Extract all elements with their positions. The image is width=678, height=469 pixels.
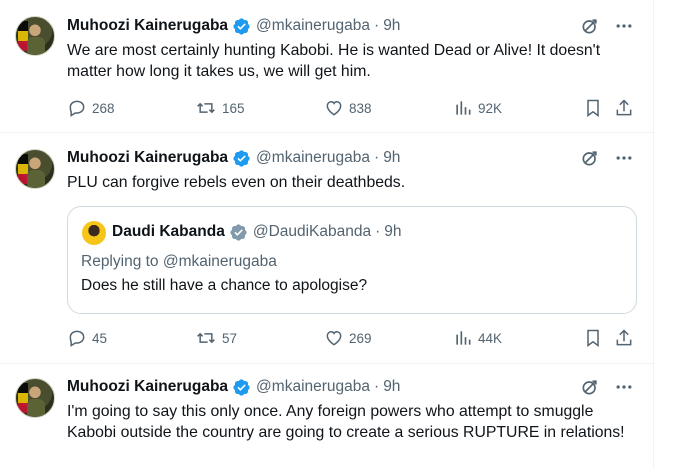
timestamp[interactable]: 9h [383, 17, 400, 35]
retweet-button[interactable]: 57 [195, 327, 237, 349]
reply-icon [69, 330, 85, 347]
reply-count: 268 [92, 100, 115, 116]
author-name[interactable]: Muhoozi Kainerugaba [67, 17, 228, 35]
heart-icon [326, 330, 342, 346]
separator-dot: · [374, 378, 380, 395]
tweet-actions: 268 165 838 92K [67, 97, 637, 119]
more-options-icon[interactable] [614, 16, 634, 36]
more-options-icon[interactable] [614, 377, 634, 397]
bookmark-button[interactable] [583, 327, 608, 349]
retweet-count: 57 [222, 330, 238, 346]
bookmark-icon [587, 329, 599, 347]
separator-dot: · [374, 149, 380, 166]
quoted-tweet[interactable]: Daudi Kabanda @DaudiKabanda · 9h Replyin… [67, 206, 637, 314]
grok-icon[interactable] [580, 16, 600, 36]
tweet-header: Muhoozi Kainerugaba @mkainerugaba · 9h [67, 376, 400, 398]
share-icon [616, 99, 632, 116]
tweet-top-actions [580, 16, 634, 36]
quoted-author-name[interactable]: Daudi Kabanda [112, 223, 225, 241]
quoted-header: Daudi Kabanda @DaudiKabanda · 9h [112, 220, 402, 244]
share-button[interactable] [614, 327, 639, 349]
avatar[interactable] [15, 149, 55, 189]
tweet-text: I'm going to say this only once. Any for… [67, 403, 625, 441]
tweet[interactable]: Muhoozi Kainerugaba @mkainerugaba · 9h W… [0, 0, 654, 133]
retweet-count: 165 [222, 100, 245, 116]
quoted-timestamp[interactable]: 9h [384, 223, 401, 241]
views-count: 92K [478, 100, 503, 116]
tweet-header: Muhoozi Kainerugaba @mkainerugaba · 9h [67, 147, 400, 169]
reply-count: 45 [92, 330, 108, 346]
retweet-icon [197, 102, 215, 114]
like-count: 838 [349, 100, 372, 116]
quoted-avatar[interactable] [82, 221, 106, 245]
avatar[interactable] [15, 16, 55, 56]
author-name[interactable]: Muhoozi Kainerugaba [67, 149, 228, 167]
analytics-icon [456, 101, 471, 115]
replying-to-label: Replying to @mkainerugaba [81, 253, 277, 270]
views-button[interactable]: 44K [453, 327, 502, 349]
reply-icon [69, 100, 85, 117]
tweet[interactable]: Muhoozi Kainerugaba @mkainerugaba · 9h I… [0, 364, 654, 469]
tweet-actions: 45 57 269 44K [67, 327, 637, 349]
like-button[interactable]: 269 [324, 327, 372, 349]
separator-dot: · [374, 17, 380, 34]
retweet-icon [197, 332, 215, 344]
reply-button[interactable]: 268 [67, 97, 115, 119]
like-count: 269 [349, 330, 372, 346]
avatar[interactable] [15, 378, 55, 418]
separator-dot: · [375, 223, 381, 240]
bookmark-icon [587, 99, 599, 117]
bookmark-button[interactable] [583, 97, 608, 119]
timestamp[interactable]: 9h [383, 378, 400, 396]
grok-icon[interactable] [580, 148, 600, 168]
share-button[interactable] [614, 97, 639, 119]
like-button[interactable]: 838 [324, 97, 372, 119]
share-icon [616, 329, 632, 346]
tweet-header: Muhoozi Kainerugaba @mkainerugaba · 9h [67, 15, 400, 37]
retweet-button[interactable]: 165 [195, 97, 245, 119]
author-handle[interactable]: @mkainerugaba [256, 149, 370, 167]
tweet-text: PLU can forgive rebels even on their dea… [67, 174, 406, 191]
quoted-author-handle[interactable]: @DaudiKabanda [253, 223, 371, 241]
heart-icon [326, 100, 342, 116]
author-handle[interactable]: @mkainerugaba [256, 17, 370, 35]
quoted-tweet-text: Does he still have a chance to apologise… [81, 277, 368, 294]
verified-badge-icon [233, 17, 250, 35]
tweet-top-actions [580, 377, 634, 397]
tweet-top-actions [580, 148, 634, 168]
tweet[interactable]: Muhoozi Kainerugaba @mkainerugaba · 9h P… [0, 133, 654, 364]
tweet-text: We are most certainly hunting Kabobi. He… [67, 42, 601, 80]
grok-icon[interactable] [580, 377, 600, 397]
author-name[interactable]: Muhoozi Kainerugaba [67, 378, 228, 396]
reply-button[interactable]: 45 [67, 327, 107, 349]
views-button[interactable]: 92K [453, 97, 502, 119]
more-options-icon[interactable] [614, 148, 634, 168]
analytics-icon [456, 331, 471, 345]
verified-badge-icon [230, 223, 247, 241]
author-handle[interactable]: @mkainerugaba [256, 378, 370, 396]
timestamp[interactable]: 9h [383, 149, 400, 167]
verified-badge-icon [233, 149, 250, 167]
verified-badge-icon [233, 378, 250, 396]
views-count: 44K [478, 330, 503, 346]
timeline-feed: Muhoozi Kainerugaba @mkainerugaba · 9h W… [0, 0, 654, 469]
